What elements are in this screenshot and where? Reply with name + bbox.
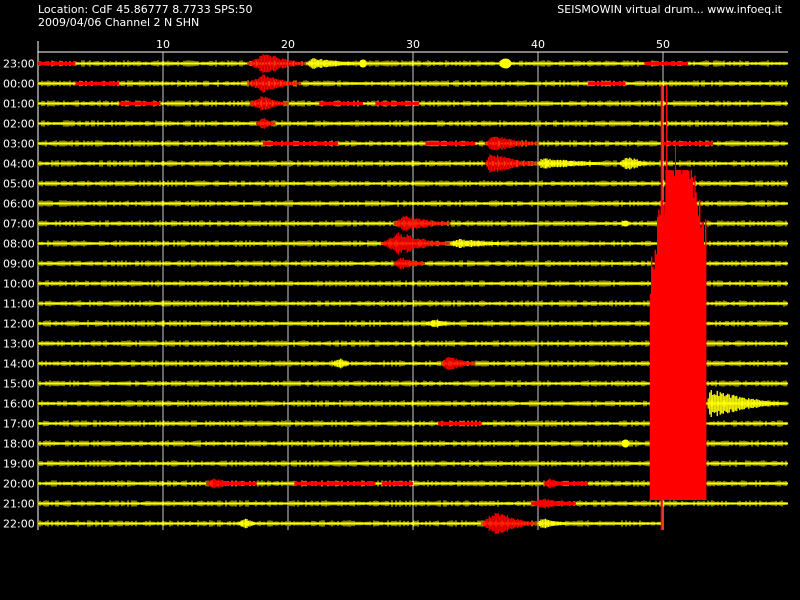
hour-label: 11:00 [3,298,35,311]
major-earthquake-coda [706,389,789,418]
hour-label: 21:00 [3,498,35,511]
seismogram-window: Location: CdF 45.86777 8.7733 SPS:50 200… [0,0,800,600]
hour-label: 17:00 [3,418,35,431]
seismic-drum-plot: 10 20 30 40 50 23:00 00:00 01:00 02:00 03:00 04:00… [3,38,789,534]
minute-tick-label: 20 [281,38,295,51]
small-event [237,518,257,529]
trace-noise [37,80,787,87]
small-event [206,478,238,489]
hour-label: 16:00 [3,398,35,411]
hour-label: 02:00 [3,118,35,131]
small-event [543,478,563,489]
trace-noise [37,120,787,127]
trace-noise [37,500,787,507]
hour-label: 10:00 [3,278,35,291]
hour-label: 14:00 [3,358,35,371]
small-event [618,157,650,170]
hour-label: 08:00 [3,238,35,251]
small-event [621,439,630,448]
hour-label: 12:00 [3,318,35,331]
small-event [499,58,512,69]
small-event [621,220,630,227]
hour-label: 05:00 [3,178,35,191]
small-event [331,358,351,369]
hour-label: 18:00 [3,438,35,451]
small-event [441,357,476,370]
minute-tick-label: 40 [531,38,545,51]
hour-label: 04:00 [3,158,35,171]
major-earthquake-burst [649,170,707,500]
hour-label: 09:00 [3,258,35,271]
hour-label: 15:00 [3,378,35,391]
hour-label: 19:00 [3,458,35,471]
minute-tick-label: 50 [656,38,670,51]
hour-label: 07:00 [3,218,35,231]
hour-label: 22:00 [3,518,35,531]
earthquake-burst [256,118,276,129]
hour-label: 06:00 [3,198,35,211]
hour-label: 00:00 [3,78,35,91]
earthquake-burst [393,257,425,270]
hour-label: 03:00 [3,138,35,151]
hour-label: 20:00 [3,478,35,491]
trace-noise [37,160,787,167]
minute-tick-label: 30 [406,38,420,51]
hour-label: 23:00 [3,58,35,71]
hour-label: 13:00 [3,338,35,351]
earthquake-coda [537,518,569,529]
hour-label: 01:00 [3,98,35,111]
minute-tick-label: 10 [156,38,170,51]
